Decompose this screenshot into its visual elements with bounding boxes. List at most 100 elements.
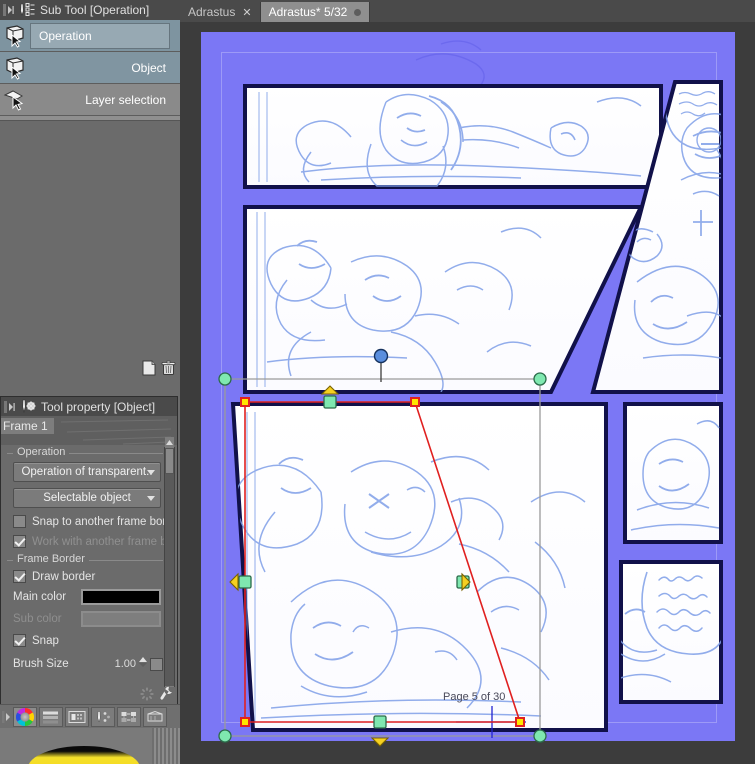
tool-property-scrollbar[interactable] — [164, 437, 175, 697]
frame-border-group-title: Frame Border — [13, 553, 89, 565]
subtool-item-layer-selection[interactable]: Layer selection — [0, 84, 180, 116]
scrollbar-thumb[interactable] — [165, 448, 174, 474]
object-operation-icon — [0, 53, 30, 83]
application-window: Sub Tool [Operation] Operation Object La… — [0, 0, 755, 764]
main-color-swatch[interactable] — [81, 589, 161, 605]
work-with-another-frame-checkbox[interactable] — [13, 535, 26, 548]
palette-grip-icon[interactable] — [3, 400, 15, 414]
draw-border-row[interactable]: Draw border — [13, 570, 163, 583]
subtool-palette-title: Sub Tool [Operation] — [40, 3, 150, 17]
color-wheel-gradient[interactable] — [28, 746, 140, 764]
corner-handle-top-left — [240, 397, 250, 407]
document-tabbar: Adrastus ✕ Adrastus* 5/32 — [180, 0, 755, 22]
operation-group: Operation Operation of transparent.. Sel… — [7, 446, 167, 548]
subtool-item-label: Object — [131, 60, 166, 75]
snap-to-another-frame-border-row[interactable]: Snap to another frame bor — [13, 515, 166, 528]
subtool-item-label: Operation — [39, 28, 92, 43]
frame-name-label: Frame 1 — [1, 418, 54, 434]
main-color-row[interactable]: Main color — [13, 589, 163, 605]
operation-mode-dropdown[interactable]: Operation of transparent.. — [13, 462, 161, 482]
color-set-tab[interactable] — [65, 706, 89, 727]
shear-handle-bottom — [370, 737, 390, 747]
brush-size-value: 1.00 — [114, 658, 136, 670]
sub-color-swatch — [81, 611, 161, 627]
scale-handle-top — [323, 395, 337, 409]
subtool-operation-chip[interactable]: Operation — [30, 22, 170, 49]
frame-transform-handles[interactable] — [180, 22, 755, 764]
document-tab-adrastus[interactable]: Adrastus ✕ — [180, 2, 261, 22]
tool-property-titlebar[interactable]: Tool property [Object] — [1, 397, 177, 416]
corner-handle-bottom-left — [240, 717, 250, 727]
subtool-layer-selection-chip[interactable]: Layer selection — [30, 87, 170, 113]
sub-color-row: Sub color — [13, 611, 163, 627]
spinner-up-down-icon[interactable] — [138, 655, 148, 673]
shear-handle-top — [320, 385, 340, 395]
rotation-handle — [373, 348, 389, 364]
work-with-another-frame-row[interactable]: Work with another frame b — [13, 535, 167, 548]
snap-to-another-frame-border-checkbox[interactable] — [13, 515, 26, 528]
tab-label: Adrastus — [188, 5, 236, 19]
delete-subtool-icon[interactable] — [161, 360, 176, 381]
color-set-icon — [68, 710, 86, 723]
draw-border-checkbox[interactable] — [13, 570, 26, 583]
new-subtool-icon[interactable] — [142, 360, 157, 381]
tool-property-bottombar — [1, 686, 177, 705]
modified-dot-icon — [354, 8, 362, 16]
edge-handle-top-right — [533, 372, 547, 386]
work-with-another-frame-label: Work with another frame b — [32, 535, 167, 548]
brush-size-label: Brush Size — [13, 658, 69, 670]
intermediate-color-icon — [97, 710, 110, 723]
color-wheel-tab[interactable] — [13, 706, 37, 727]
object-operation-icon — [0, 21, 30, 51]
color-slider-icon — [43, 711, 58, 723]
tab-label: Adrastus* 5/32 — [268, 5, 348, 19]
chevron-down-icon — [147, 470, 155, 475]
palette-grip-icon[interactable] — [1, 707, 11, 727]
left-dock: Sub Tool [Operation] Operation Object La… — [0, 0, 180, 764]
close-icon[interactable]: ✕ — [242, 6, 251, 19]
operation-group-title: Operation — [13, 446, 70, 458]
scroll-up-icon[interactable] — [165, 437, 174, 448]
intermediate-color-tab[interactable] — [91, 706, 115, 727]
subtool-object-chip[interactable]: Object — [30, 55, 170, 81]
brush-size-input[interactable] — [150, 657, 163, 671]
edge-handle-bottom-right — [533, 729, 547, 743]
palette-grip-icon[interactable] — [2, 3, 14, 17]
approximate-color-tab[interactable] — [117, 706, 141, 727]
snap-row[interactable]: Snap — [13, 634, 163, 647]
operation-mode-value: Operation of transparent.. — [21, 466, 153, 478]
corner-handle-top-right — [410, 397, 420, 407]
color-wheel-icon — [16, 707, 34, 726]
draw-border-label: Draw border — [32, 570, 96, 583]
color-slider-tab[interactable] — [39, 706, 63, 727]
sub-color-label: Sub color — [13, 613, 62, 625]
corner-handle-bottom-right — [515, 717, 525, 727]
chevron-down-icon — [147, 496, 155, 501]
color-wheel-panel[interactable] — [0, 728, 180, 764]
selection-bounding-box — [244, 401, 522, 723]
canvas-area[interactable]: Page 5 of 30 — [180, 22, 755, 764]
shear-handle-left — [229, 572, 239, 592]
selectable-object-dropdown[interactable]: Selectable object — [13, 488, 161, 508]
snap-checkbox[interactable] — [13, 634, 26, 647]
document-tab-adrastus-5-32[interactable]: Adrastus* 5/32 — [260, 2, 371, 22]
subtool-palette-footer — [0, 360, 180, 380]
subtool-palette-titlebar[interactable]: Sub Tool [Operation] — [0, 0, 180, 20]
brush-size-row[interactable]: Brush Size 1.00 — [13, 655, 163, 673]
subtool-operation-icon — [18, 2, 36, 18]
tool-property-title: Tool property [Object] — [41, 399, 156, 414]
main-color-label: Main color — [13, 591, 67, 603]
tool-property-palette: Tool property [Object] Frame 1 [Editing … — [0, 396, 178, 706]
tool-property-icon — [19, 399, 37, 415]
subtool-item-object[interactable]: Object — [0, 52, 180, 84]
color-history-tab[interactable] — [143, 706, 167, 727]
subtool-palette-body — [0, 120, 180, 380]
layer-selection-icon — [0, 85, 30, 115]
subtool-list: Operation Object Layer selection — [0, 20, 180, 120]
selectable-object-value: Selectable object — [43, 492, 131, 504]
edge-handle-top-left — [218, 372, 232, 386]
edge-handle-bottom-left — [218, 729, 232, 743]
subtool-item-operation[interactable]: Operation — [0, 20, 180, 52]
color-value-stripes[interactable] — [152, 728, 180, 764]
tool-property-body: Operation Operation of transparent.. Sel… — [1, 445, 177, 705]
